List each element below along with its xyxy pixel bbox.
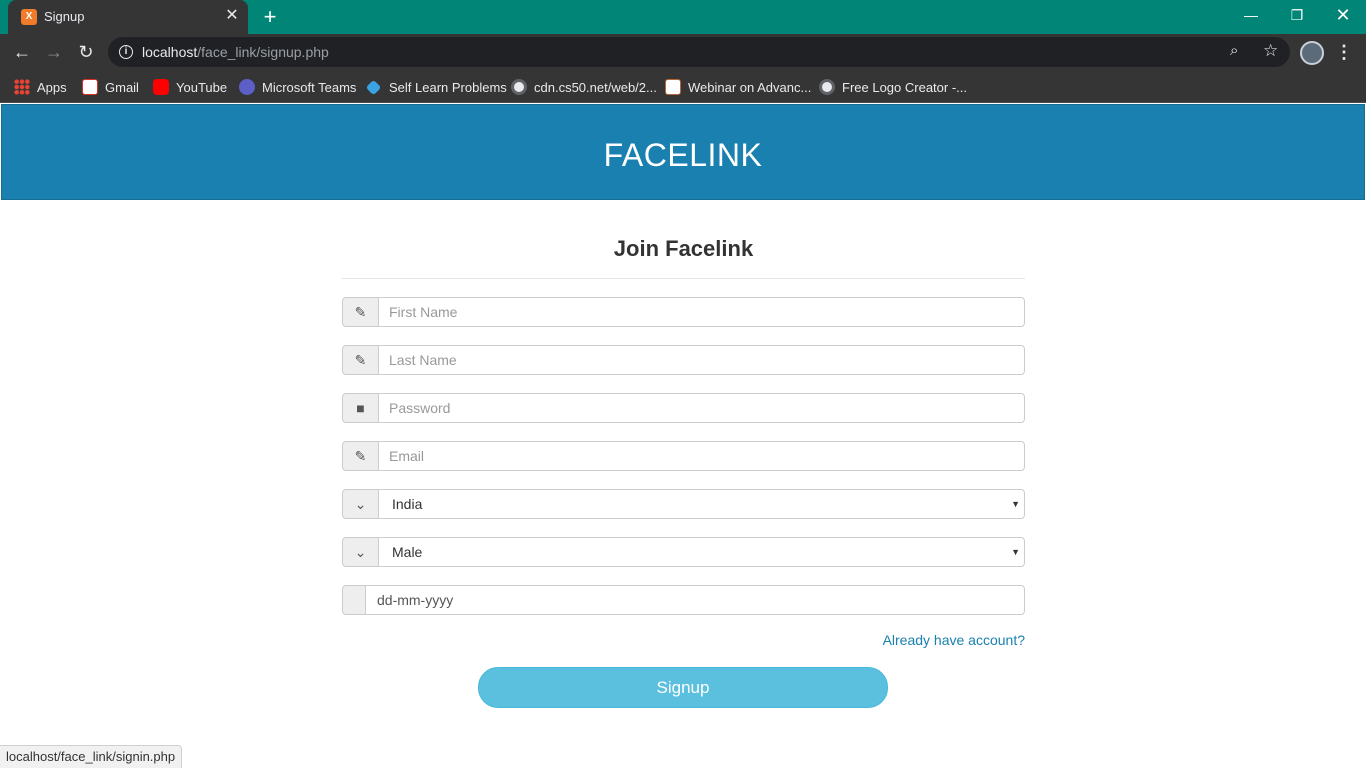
country-selected-value: India	[392, 496, 423, 512]
new-tab-button[interactable]: +	[258, 5, 282, 29]
gmail-icon	[82, 79, 98, 95]
url-text[interactable]: localhost/face_link/signup.php	[142, 44, 329, 60]
bookmark-cs50[interactable]: cdn.cs50.net/web/2...	[511, 76, 657, 98]
url-host: localhost	[142, 44, 198, 60]
country-group: ⌄ India ▼	[342, 489, 1025, 519]
bookmark-label: YouTube	[176, 79, 228, 95]
info-icon[interactable]: i	[119, 45, 133, 59]
tab-strip: X Signup ✕ + — ❐ ✕	[0, 0, 1366, 34]
url-path: /face_link/signup.php	[197, 44, 329, 60]
first-name-group: ✎ First Name	[342, 297, 1025, 327]
bookmark-label: cdn.cs50.net/web/2...	[534, 79, 657, 95]
back-arrow-icon[interactable]: ←	[8, 38, 36, 66]
tab-close-icon[interactable]: ✕	[222, 6, 242, 26]
bookmark-star-icon[interactable]: ☆	[1263, 41, 1278, 61]
date-addon	[342, 585, 366, 615]
close-window-button[interactable]: ✕	[1320, 0, 1366, 30]
last-name-input[interactable]: Last Name	[378, 345, 1025, 375]
password-group: ■ Password	[342, 393, 1025, 423]
bookmark-self-learn[interactable]: Self Learn Problems	[365, 76, 507, 98]
profile-avatar[interactable]	[1300, 41, 1324, 65]
signin-link[interactable]: Already have account?	[842, 632, 1025, 648]
email-group: ✎ Email	[342, 441, 1025, 471]
globe-icon	[819, 79, 835, 95]
brand-title: FACELINK	[603, 137, 763, 173]
zoom-icon[interactable]: ⌕	[1230, 42, 1238, 59]
dob-group: dd-mm-yyyy	[342, 585, 1025, 615]
bookmark-logo-creator[interactable]: Free Logo Creator -...	[819, 76, 967, 98]
minimize-button[interactable]: —	[1228, 0, 1274, 30]
browser-toolbar: ← → ↻ i localhost/face_link/signup.php ⌕…	[0, 34, 1366, 70]
chevron-down-icon: ⌄	[342, 489, 379, 519]
gender-selected-value: Male	[392, 544, 423, 560]
apps-grid-icon	[14, 79, 30, 95]
bookmark-gmail[interactable]: Gmail	[82, 76, 139, 98]
bookmark-apps[interactable]: Apps	[14, 76, 67, 98]
pencil-icon: ✎	[342, 297, 379, 327]
globe-icon	[511, 79, 527, 95]
bookmark-label: Apps	[37, 79, 67, 95]
address-bar[interactable]: i localhost/face_link/signup.php ⌕ ☆	[108, 37, 1290, 67]
youtube-icon	[153, 79, 169, 95]
signup-button[interactable]: Signup	[478, 667, 888, 708]
bookmark-label: Free Logo Creator -...	[842, 79, 967, 95]
dropdown-arrow-icon: ▼	[1011, 547, 1020, 557]
reload-icon[interactable]: ↻	[72, 38, 100, 66]
self-learn-icon	[365, 79, 382, 95]
lock-icon: ■	[342, 393, 379, 423]
chevron-down-icon: ⌄	[342, 537, 379, 567]
bookmark-teams[interactable]: Microsoft Teams	[239, 76, 356, 98]
dropdown-arrow-icon: ▼	[1011, 499, 1020, 509]
forward-arrow-icon[interactable]: →	[40, 38, 68, 66]
pencil-icon: ✎	[342, 441, 379, 471]
xampp-favicon-icon: X	[21, 9, 37, 25]
webinar-icon	[665, 79, 681, 95]
bookmark-youtube[interactable]: YouTube	[153, 76, 227, 98]
bookmark-label: Webinar on Advanc...	[688, 79, 812, 95]
bookmarks-bar: Apps Gmail YouTube Microsoft Teams Self …	[0, 70, 1366, 103]
bookmark-label: Gmail	[105, 79, 139, 95]
status-bar-url: localhost/face_link/signin.php	[0, 745, 183, 768]
password-input[interactable]: Password	[378, 393, 1025, 423]
form-divider	[342, 278, 1025, 279]
gender-group: ⌄ Male ▼	[342, 537, 1025, 567]
first-name-input[interactable]: First Name	[378, 297, 1025, 327]
last-name-group: ✎ Last Name	[342, 345, 1025, 375]
tab-title: Signup	[44, 9, 85, 24]
email-input[interactable]: Email	[378, 441, 1025, 471]
bookmark-label: Self Learn Problems	[389, 79, 507, 95]
gender-select[interactable]: Male ▼	[378, 537, 1025, 567]
site-header: FACELINK	[1, 104, 1365, 200]
active-tab[interactable]: X Signup ✕	[8, 0, 248, 34]
teams-icon	[239, 79, 255, 95]
restore-button[interactable]: ❐	[1274, 0, 1320, 30]
form-title: Join Facelink	[613, 236, 754, 261]
kebab-menu-icon[interactable]: ⋮	[1334, 38, 1354, 66]
bookmark-label: Microsoft Teams	[262, 79, 357, 95]
bookmark-webinar[interactable]: Webinar on Advanc...	[665, 76, 811, 98]
pencil-icon: ✎	[342, 345, 379, 375]
country-select[interactable]: India ▼	[378, 489, 1025, 519]
dob-input[interactable]: dd-mm-yyyy	[365, 585, 1025, 615]
